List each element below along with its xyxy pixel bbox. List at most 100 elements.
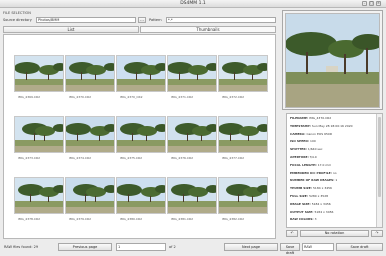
info-row: FILENAME:IMG_4370.CR2 — [290, 116, 331, 120]
thumbnail-item[interactable]: IMG_4379.CR2 — [65, 177, 115, 224]
info-value: Canon EOS 650D — [306, 131, 333, 136]
thumbnail-item[interactable]: IMG_4370.CR2 — [65, 55, 115, 102]
previous-page-button[interactable]: Previous page — [58, 243, 112, 251]
image-preview — [282, 10, 383, 110]
thumbnail-caption: IMG_4378.CR2 — [18, 217, 40, 221]
thumbnail-image[interactable] — [116, 116, 166, 153]
landscape-preview-graphic — [286, 14, 379, 107]
info-key: TIMESTAMP: — [290, 123, 311, 128]
thumbnail-image[interactable] — [116, 177, 166, 214]
info-row: OUTPUT SIZE:5184 x 3456 — [290, 210, 333, 214]
title-bar: DS4MM 1.1 – □ × — [0, 0, 386, 8]
thumbnail-item[interactable]: IMG_4375.CR2 — [116, 116, 166, 163]
preview-image — [285, 13, 380, 108]
info-value: 5184 x 3456 — [313, 186, 332, 191]
thumbnail-image[interactable] — [14, 55, 64, 92]
thumbnail-image[interactable] — [167, 55, 217, 92]
info-value: f/4.0 — [309, 155, 317, 159]
info-row: EMBEDDED ICC PROFILE:no — [290, 171, 337, 175]
minimize-button[interactable]: – — [362, 1, 367, 6]
rotate-left-button[interactable]: ↶ — [286, 230, 298, 237]
info-key: FILENAME: — [290, 116, 309, 120]
info-value: no — [332, 170, 337, 175]
info-key: NUMBER OF RAW IMAGES: — [290, 178, 335, 183]
thumbnail-item[interactable]: IMG_4371.CR2 — [167, 55, 217, 102]
scrollbar-thumb[interactable] — [378, 117, 381, 197]
thumbnail-image[interactable] — [218, 116, 268, 153]
info-row: TIMESTAMP:Sun May 28 18:00:16 2020 — [290, 124, 353, 128]
maximize-button[interactable]: □ — [369, 1, 374, 6]
thumbnail-caption: IMG_4374.CR2 — [69, 156, 91, 160]
info-key: ISO SPEED: — [290, 139, 310, 144]
info-scrollbar[interactable] — [376, 114, 382, 227]
thumbnail-item[interactable]: IMG_4376.CR2 — [167, 116, 217, 163]
thumbnail-image[interactable] — [116, 55, 166, 92]
info-row: FOCAL LENGTH:17.0 mm — [290, 163, 331, 167]
thumbnail-image[interactable] — [167, 177, 217, 214]
info-row: CAMERA:Canon EOS 650D — [290, 132, 332, 136]
browse-button[interactable]: … — [138, 17, 146, 23]
info-value: 5280 x 3528 — [309, 194, 329, 198]
info-value: 5184 x 3456 — [311, 201, 331, 206]
info-key: FULL SIZE: — [290, 194, 309, 198]
source-directory-label: Source directory — [3, 18, 32, 22]
thumbnail-image[interactable] — [14, 177, 64, 214]
thumbnail-caption: IMG_4376.CR2 — [171, 156, 193, 160]
thumbnail-item[interactable]: IMG_4382.CR2 — [218, 177, 268, 224]
thumbnail-image[interactable] — [167, 116, 217, 153]
info-row: ISO SPEED:100 — [290, 139, 316, 143]
tab-list[interactable]: List — [3, 26, 139, 33]
save-draft-button-2[interactable]: Save draft — [336, 243, 383, 251]
info-key: CAMERA: — [290, 131, 306, 136]
pattern-input[interactable]: *.* — [166, 17, 276, 23]
info-key: OUTPUT SIZE: — [290, 209, 314, 214]
thumbnail-caption: IMG_4370.CR2 — [69, 95, 91, 99]
thumbnail-item[interactable]: IMG_4381.CR2 — [167, 177, 217, 224]
page-number-input[interactable]: 1 — [116, 243, 166, 251]
info-row: THUMB SIZE:5184 x 3456 — [290, 186, 332, 190]
info-key: RAW COLORS: — [290, 217, 314, 222]
thumbnail-caption: IMG_4375.CR2 — [120, 156, 142, 160]
info-value: 1/640 sec — [307, 147, 323, 152]
window-title: DS4MM 1.1 — [180, 1, 206, 6]
info-key: THUMB SIZE: — [290, 186, 313, 191]
thumbnail-caption: IMG_4377.CR2 — [222, 156, 244, 160]
thumbnail-caption: IMG_4380.CR2 — [120, 217, 142, 221]
info-row: RAW COLORS:3 — [290, 217, 317, 221]
thumbnail-item[interactable]: IMG_4373.CR2 — [14, 116, 64, 163]
thumbnail-image[interactable] — [65, 55, 115, 92]
source-directory-input[interactable]: Photos/BMM — [36, 17, 136, 23]
thumbnail-caption: IMG_4381.CR2 — [171, 217, 193, 221]
format-select[interactable]: RAW — [302, 243, 334, 251]
info-row: IMAGE SIZE:5184 x 3456 — [290, 202, 331, 206]
info-row: APERTURE:f/4.0 — [290, 155, 317, 159]
close-button[interactable]: × — [376, 1, 381, 6]
thumbnail-item[interactable]: IMG_4380.CR2 — [116, 177, 166, 224]
info-row: FULL SIZE:5280 x 3528 — [290, 194, 328, 198]
info-key: APERTURE: — [290, 155, 309, 159]
rotate-right-button[interactable]: ↷ — [371, 230, 383, 237]
thumbnail-item[interactable]: IMG_4374.CR2 — [65, 116, 115, 163]
info-value: IMG_4370.CR2 — [309, 116, 332, 120]
thumbnail-item[interactable]: IMG_4372.CR2 — [218, 55, 268, 102]
thumbnail-caption: IMG_4369.CR2 — [18, 95, 40, 99]
save-draft-button[interactable]: Save draft — [280, 243, 300, 255]
thumbnail-image[interactable] — [14, 116, 64, 153]
thumbnail-item[interactable]: IMG_4370_CR2 — [116, 55, 166, 102]
thumbnail-caption: IMG_4373.CR2 — [18, 156, 40, 160]
tab-thumbnails[interactable]: Thumbnails — [140, 26, 276, 33]
thumbnail-image[interactable] — [218, 177, 268, 214]
thumbnail-item[interactable]: IMG_4378.CR2 — [14, 177, 64, 224]
pattern-label: Pattern — [149, 18, 162, 22]
thumbnail-item[interactable]: IMG_4369.CR2 — [14, 55, 64, 102]
thumbnail-caption: IMG_4379.CR2 — [69, 217, 91, 221]
thumbnail-image[interactable] — [65, 116, 115, 153]
thumbnail-image[interactable] — [218, 55, 268, 92]
next-page-button[interactable]: Next page — [224, 243, 278, 251]
thumbnail-item[interactable]: IMG_4377.CR2 — [218, 116, 268, 163]
thumbnail-image[interactable] — [65, 177, 115, 214]
info-key: EMBEDDED ICC PROFILE: — [290, 170, 332, 175]
rotation-select[interactable]: No rotation — [300, 230, 369, 237]
page-total: of 2 — [169, 245, 176, 249]
info-value: 3 — [314, 217, 317, 222]
